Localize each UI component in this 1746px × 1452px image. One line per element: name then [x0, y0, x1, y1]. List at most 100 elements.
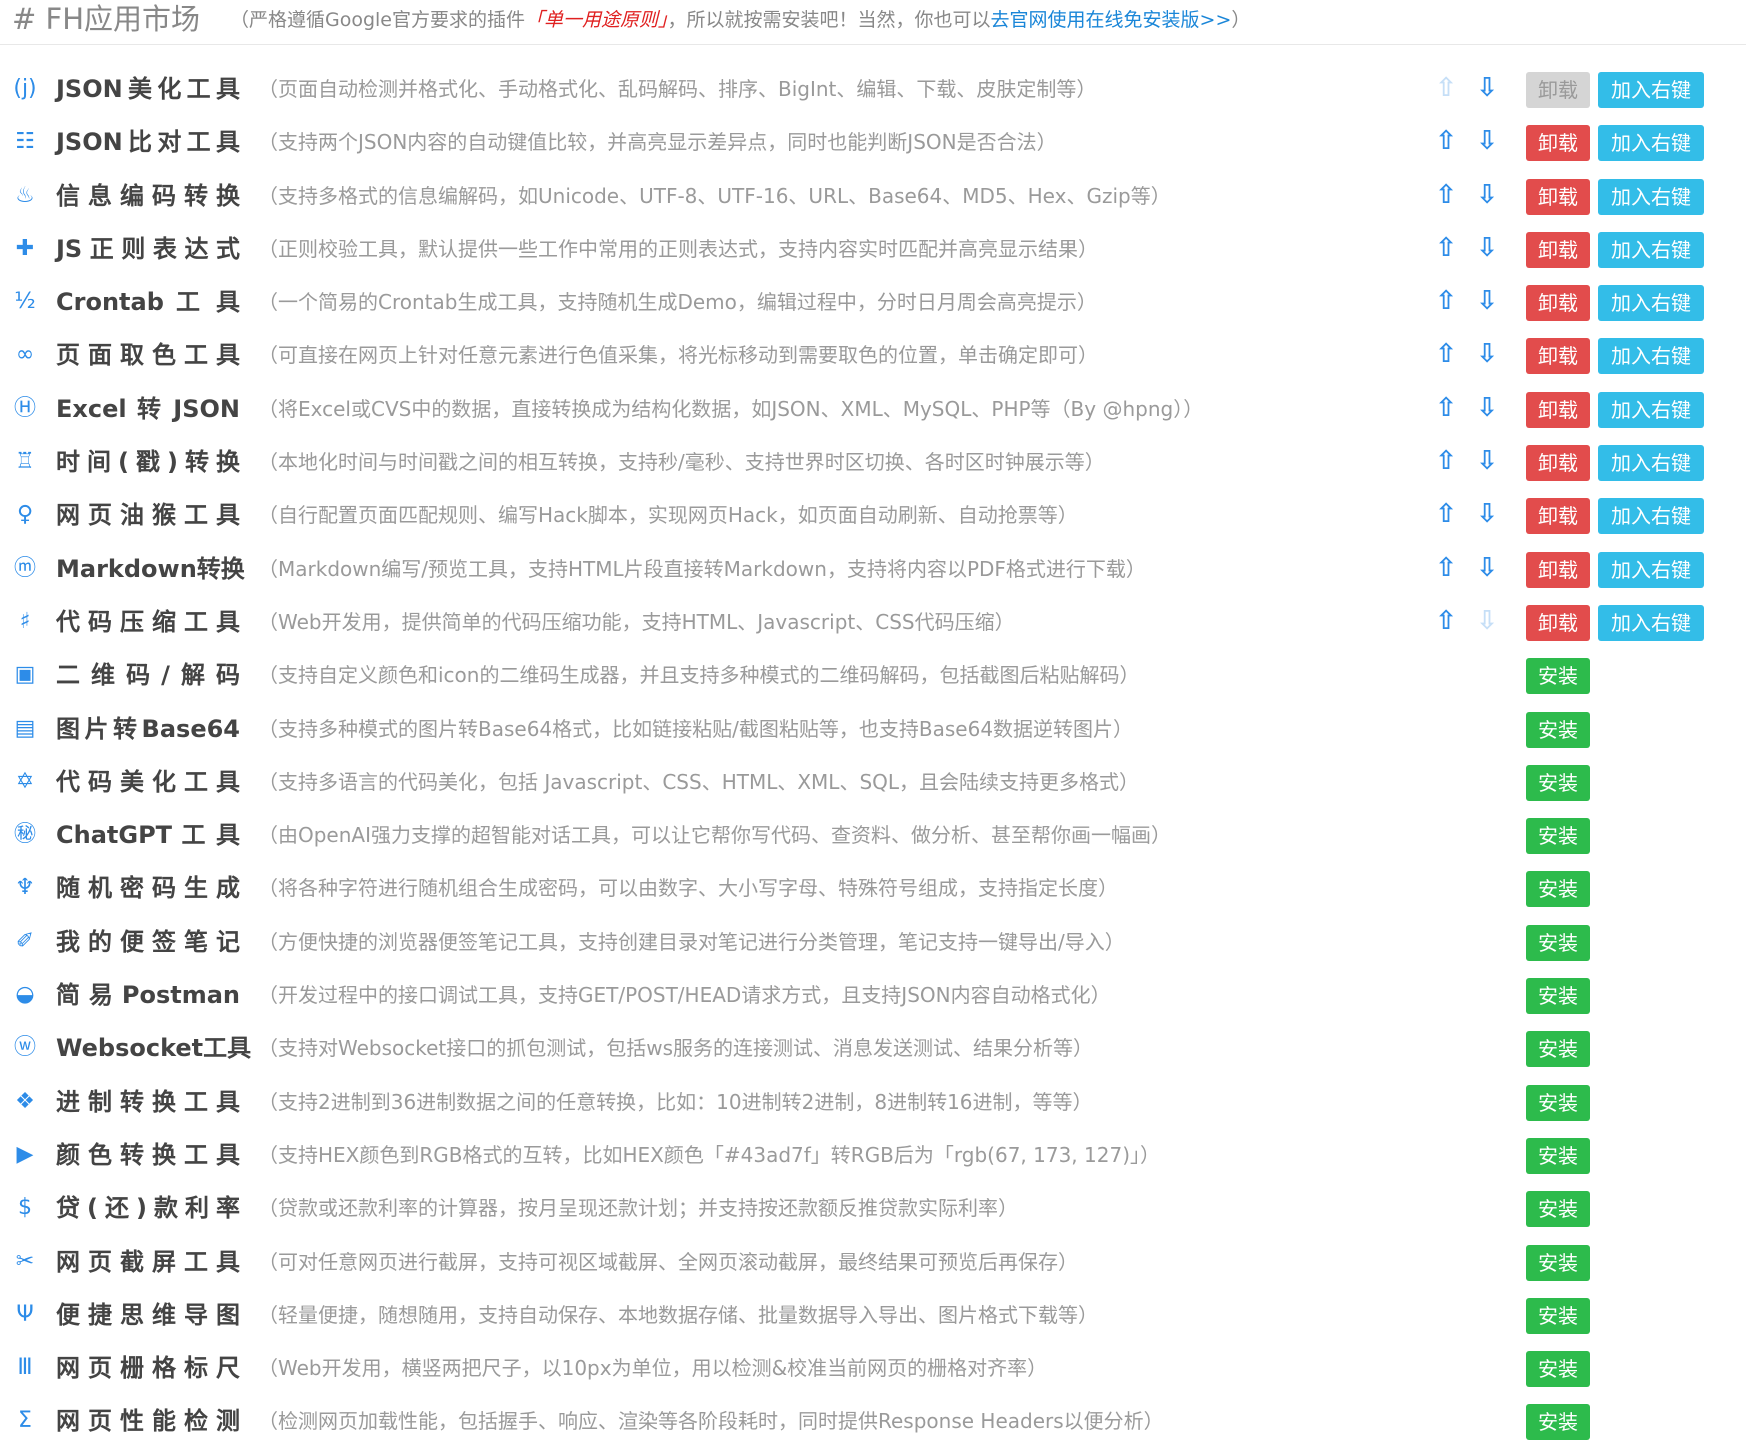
- tool-description: （Web开发用，横竖两把尺子，以10px为单位，用以检测&校准当前网页的栅格对齐…: [258, 1356, 1048, 1381]
- tool-row: ⓦ Websocket工具 （支持对Websocket接口的抓包测试，包括ws服务的…: [0, 1025, 1746, 1078]
- uninstall-button[interactable]: 卸载: [1526, 604, 1590, 641]
- page-title: # FH应用市场: [12, 2, 201, 36]
- install-button[interactable]: 安装: [1526, 1404, 1590, 1441]
- json-icon: (j): [13, 76, 37, 101]
- tool-name: 代码美化工具: [56, 767, 240, 796]
- tool-name: 图片转Base64: [56, 714, 240, 743]
- page-header: # FH应用市场 （严格遵循Google官方要求的插件「单一用途原则」，所以就按…: [0, 0, 1746, 45]
- move-down-icon[interactable]: ⇩: [1473, 445, 1501, 477]
- install-button[interactable]: 安装: [1526, 1297, 1590, 1334]
- screenshot-icon: ✂: [15, 1248, 35, 1274]
- move-up-icon[interactable]: ⇧: [1432, 392, 1460, 424]
- tool-name: 贷(还)款利率: [56, 1194, 240, 1223]
- tool-description: （贷款或还款利率的计算器，按月呈现还款计划；并支持按还款额反推贷款实际利率）: [258, 1196, 1018, 1221]
- chatgpt-icon: ㊙: [13, 822, 36, 848]
- tool-row: Ⅲ 网页栅格标尺 （Web开发用，横竖两把尺子，以10px为单位，用以检测&校准当前…: [0, 1345, 1746, 1398]
- header-note-mid: ，所以就按需安装吧！当然，你也可以: [667, 9, 991, 31]
- add-context-menu-button[interactable]: 加入右键: [1598, 125, 1704, 162]
- move-down-icon[interactable]: ⇩: [1473, 392, 1501, 424]
- move-up-icon[interactable]: ⇧: [1432, 125, 1460, 157]
- move-up-icon[interactable]: ⇧: [1432, 498, 1460, 530]
- uninstall-button[interactable]: 卸载: [1526, 285, 1590, 322]
- install-button[interactable]: 安装: [1526, 1244, 1590, 1281]
- move-down-icon[interactable]: ⇩: [1473, 72, 1501, 104]
- install-button[interactable]: 安装: [1526, 658, 1590, 695]
- tool-name: 网页性能检测: [56, 1407, 240, 1436]
- add-context-menu-button[interactable]: 加入右键: [1598, 338, 1704, 375]
- install-button[interactable]: 安装: [1526, 818, 1590, 855]
- tool-description: （轻量便捷，随想随用，支持自动保存、本地数据存储、批量数据导入导出、图片格式下载…: [258, 1302, 1098, 1327]
- add-context-menu-button[interactable]: 加入右键: [1598, 231, 1704, 268]
- loan-icon: $: [18, 1195, 32, 1221]
- move-up-icon[interactable]: ⇧: [1432, 338, 1460, 370]
- uninstall-button[interactable]: 卸载: [1526, 125, 1590, 162]
- move-down-icon[interactable]: ⇩: [1473, 125, 1501, 157]
- crontab-icon: ½: [14, 289, 36, 315]
- tool-row: Σ 网页性能检测 （检测网页加载性能，包括握手、响应、渲染等各阶段耗时，同时提供Re…: [0, 1398, 1746, 1451]
- tool-name: JSON比对工具: [56, 128, 240, 157]
- uninstall-button[interactable]: 卸载: [1526, 231, 1590, 268]
- move-down-icon[interactable]: ⇩: [1473, 552, 1501, 584]
- move-down-icon[interactable]: ⇩: [1473, 338, 1501, 370]
- tool-name: Websocket工具: [56, 1034, 252, 1063]
- tool-name: 时间(戳)转换: [56, 448, 240, 477]
- install-button[interactable]: 安装: [1526, 1351, 1590, 1388]
- tool-name: 颜色转换工具: [56, 1140, 240, 1169]
- move-down-icon[interactable]: ⇩: [1473, 498, 1501, 530]
- tool-description: （方便快捷的浏览器便签笔记工具，支持创建目录对笔记进行分类管理，笔记支持一键导出…: [258, 929, 1125, 954]
- add-context-menu-button[interactable]: 加入右键: [1598, 445, 1704, 482]
- tool-row: ♨ 信息编码转换 （支持多格式的信息编解码，如Unicode、UTF-8、UTF-1…: [0, 173, 1746, 226]
- move-up-icon: ⇧: [1435, 73, 1457, 103]
- performance-icon: Σ: [18, 1408, 32, 1434]
- uninstall-button[interactable]: 卸载: [1526, 498, 1590, 535]
- add-context-menu-button[interactable]: 加入右键: [1598, 391, 1704, 428]
- install-button[interactable]: 安装: [1526, 924, 1590, 961]
- move-down-icon[interactable]: ⇩: [1473, 232, 1501, 264]
- tool-row: ✐ 我的便签笔记 （方便快捷的浏览器便签笔记工具，支持创建目录对笔记进行分类管理，笔…: [0, 919, 1746, 972]
- move-up-icon[interactable]: ⇧: [1432, 285, 1460, 317]
- tool-description: （支持多格式的信息编解码，如Unicode、UTF-8、UTF-16、URL、B…: [258, 183, 1171, 208]
- move-down-icon[interactable]: ⇩: [1473, 285, 1501, 317]
- uninstall-button[interactable]: 卸载: [1526, 338, 1590, 375]
- add-context-menu-button[interactable]: 加入右键: [1598, 72, 1704, 108]
- uninstall-button[interactable]: 卸载: [1526, 551, 1590, 588]
- mindmap-icon: Ψ: [16, 1301, 34, 1327]
- move-up-icon[interactable]: ⇧: [1432, 179, 1460, 211]
- install-button[interactable]: 安装: [1526, 1191, 1590, 1228]
- excel-icon: Ⓗ: [13, 395, 36, 421]
- install-button[interactable]: 安装: [1526, 1031, 1590, 1068]
- online-version-link[interactable]: 去官网使用在线免安装版>>: [991, 9, 1232, 31]
- tool-description: （一个简易的Crontab生成工具，支持随机生成Demo，编辑过程中，分时日月周…: [258, 290, 1097, 315]
- move-up-icon[interactable]: ⇧: [1432, 445, 1460, 477]
- tool-row: ▣ 二维码/解码 （支持自定义颜色和icon的二维码生成器，并且支持多种模式的二维码…: [0, 652, 1746, 705]
- install-button[interactable]: 安装: [1526, 1084, 1590, 1121]
- tool-list: (j) JSON美化工具 （页面自动检测并格式化、手动格式化、乱码解码、排序、Big…: [0, 66, 1746, 1452]
- install-button[interactable]: 安装: [1526, 764, 1590, 801]
- tool-name: 随机密码生成: [56, 874, 240, 903]
- uninstall-button[interactable]: 卸载: [1526, 445, 1590, 482]
- move-up-icon[interactable]: ⇧: [1432, 232, 1460, 264]
- add-context-menu-button[interactable]: 加入右键: [1598, 604, 1704, 641]
- add-context-menu-button[interactable]: 加入右键: [1598, 178, 1704, 215]
- move-up-icon[interactable]: ⇧: [1432, 552, 1460, 584]
- password-icon: ♆: [15, 875, 35, 901]
- tool-row: ⓜ Markdown转换 （Markdown编写/预览工具，支持HTML片段直接转M…: [0, 546, 1746, 599]
- install-button[interactable]: 安装: [1526, 871, 1590, 908]
- install-button[interactable]: 安装: [1526, 711, 1590, 748]
- add-context-menu-button[interactable]: 加入右键: [1598, 498, 1704, 535]
- tool-description: （支持自定义颜色和icon的二维码生成器，并且支持多种模式的二维码解码，包括截图…: [258, 663, 1140, 688]
- tool-row: ♖ 时间(戳)转换 （本地化时间与时间戳之间的相互转换，支持秒/毫秒、支持世界时区切…: [0, 439, 1746, 492]
- install-button[interactable]: 安装: [1526, 978, 1590, 1015]
- tool-row: (j) JSON美化工具 （页面自动检测并格式化、手动格式化、乱码解码、排序、Big…: [0, 66, 1746, 119]
- move-up-icon[interactable]: ⇧: [1432, 605, 1460, 637]
- color-convert-icon: ▶: [16, 1141, 34, 1167]
- move-down-icon[interactable]: ⇩: [1473, 179, 1501, 211]
- add-context-menu-button[interactable]: 加入右键: [1598, 551, 1704, 588]
- tool-description: （将Excel或CVS中的数据，直接转换成为结构化数据，如JSON、XML、My…: [258, 396, 1204, 421]
- add-context-menu-button[interactable]: 加入右键: [1598, 285, 1704, 322]
- uninstall-button[interactable]: 卸载: [1526, 178, 1590, 215]
- tool-description: （检测网页加载性能，包括握手、响应、渲染等各阶段耗时，同时提供Response …: [258, 1409, 1164, 1434]
- install-button[interactable]: 安装: [1526, 1137, 1590, 1174]
- tool-description: （自行配置页面匹配规则、编写Hack脚本，实现网页Hack，如页面自动刷新、自动…: [258, 503, 1078, 528]
- uninstall-button[interactable]: 卸载: [1526, 391, 1590, 428]
